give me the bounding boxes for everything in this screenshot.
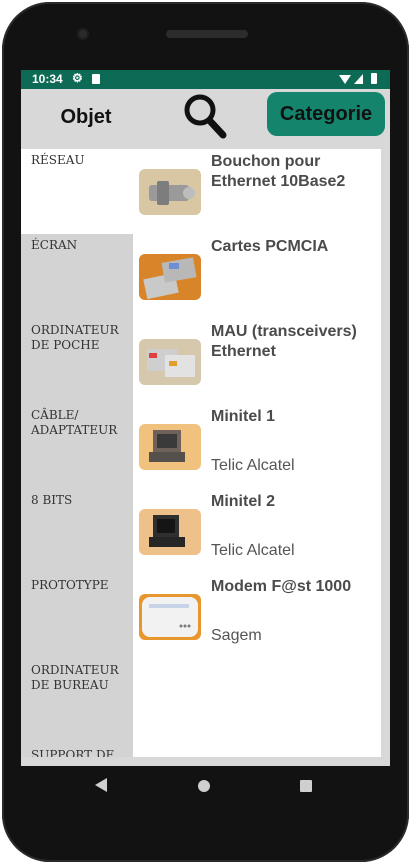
category-label: Support de bbox=[31, 748, 115, 757]
category-label: Ordinateur de bureau bbox=[31, 663, 119, 692]
objet-button[interactable]: Objet bbox=[43, 101, 129, 133]
category-label: Câble/ adaptateur bbox=[31, 408, 118, 437]
minitel-2-thumbnail bbox=[139, 509, 201, 555]
modem-thumbnail bbox=[139, 594, 201, 640]
item-title: Cartes PCMCIA bbox=[211, 238, 329, 255]
list-item[interactable]: Cartes PCMCIA bbox=[133, 234, 381, 319]
phone-frame: 10:34 ⚙ Objet Categorie Réseau Écran Ord… bbox=[2, 2, 409, 862]
item-subtitle: Telic Alcatel bbox=[211, 542, 295, 559]
item-subtitle: Telic Alcatel bbox=[211, 457, 295, 474]
status-time: 10:34 bbox=[32, 72, 63, 86]
sd-card-icon bbox=[92, 74, 100, 84]
top-toolbar: Objet Categorie bbox=[21, 89, 390, 149]
signal-icon bbox=[354, 74, 363, 84]
object-list: Bouchon pour Ethernet 10Base2 Cartes PCM… bbox=[133, 149, 381, 757]
pcmcia-card-thumbnail bbox=[139, 254, 201, 300]
category-item-cable-adaptateur[interactable]: Câble/ adaptateur bbox=[21, 404, 133, 489]
connector-thumbnail bbox=[139, 169, 201, 215]
battery-icon bbox=[371, 73, 377, 84]
recent-apps-icon[interactable] bbox=[300, 780, 312, 792]
category-label: Ordinateur de poche bbox=[31, 323, 119, 352]
category-label: Réseau bbox=[31, 153, 85, 167]
status-bar: 10:34 ⚙ bbox=[21, 70, 390, 89]
item-title: Bouchon pour Ethernet 10Base2 bbox=[211, 153, 346, 190]
category-item-ordinateur-de-poche[interactable]: Ordinateur de poche bbox=[21, 319, 133, 404]
category-item-prototype[interactable]: Prototype bbox=[21, 574, 133, 659]
home-icon[interactable] bbox=[198, 780, 210, 792]
category-sidebar: Réseau Écran Ordinateur de poche Câble/ … bbox=[21, 149, 133, 757]
list-item[interactable]: MAU (transceivers) Ethernet bbox=[133, 319, 381, 404]
category-item-ordinateur-de-bureau[interactable]: Ordinateur de bureau bbox=[21, 659, 133, 744]
item-title: Modem F@st 1000 bbox=[211, 578, 352, 595]
category-item-support-de[interactable]: Support de bbox=[21, 744, 133, 757]
category-label: Écran bbox=[31, 238, 78, 252]
right-margin bbox=[381, 149, 390, 757]
camera-icon bbox=[77, 28, 89, 40]
search-icon[interactable] bbox=[181, 91, 229, 141]
transceiver-thumbnail bbox=[139, 339, 201, 385]
category-item-reseau[interactable]: Réseau bbox=[21, 149, 133, 234]
category-item-ecran[interactable]: Écran bbox=[21, 234, 133, 319]
item-title: Minitel 2 bbox=[211, 493, 276, 510]
gear-icon: ⚙ bbox=[72, 71, 83, 85]
speaker-grille bbox=[166, 30, 248, 38]
list-item[interactable]: Modem F@st 1000 Sagem bbox=[133, 574, 381, 659]
category-label: 8 bits bbox=[31, 493, 73, 507]
item-subtitle: Sagem bbox=[211, 627, 262, 644]
item-title: Minitel 1 bbox=[211, 408, 276, 425]
back-icon[interactable] bbox=[95, 778, 107, 792]
app-screen: 10:34 ⚙ Objet Categorie Réseau Écran Ord… bbox=[21, 70, 390, 766]
category-item-8-bits[interactable]: 8 bits bbox=[21, 489, 133, 574]
list-item[interactable]: Bouchon pour Ethernet 10Base2 bbox=[133, 149, 381, 234]
wifi-icon bbox=[339, 75, 351, 84]
categorie-button[interactable]: Categorie bbox=[267, 92, 385, 136]
list-item[interactable]: Minitel 2 Telic Alcatel bbox=[133, 489, 381, 574]
category-label: Prototype bbox=[31, 578, 109, 592]
list-item[interactable]: Minitel 1 Telic Alcatel bbox=[133, 404, 381, 489]
minitel-1-thumbnail bbox=[139, 424, 201, 470]
item-title: MAU (transceivers) Ethernet bbox=[211, 323, 357, 360]
